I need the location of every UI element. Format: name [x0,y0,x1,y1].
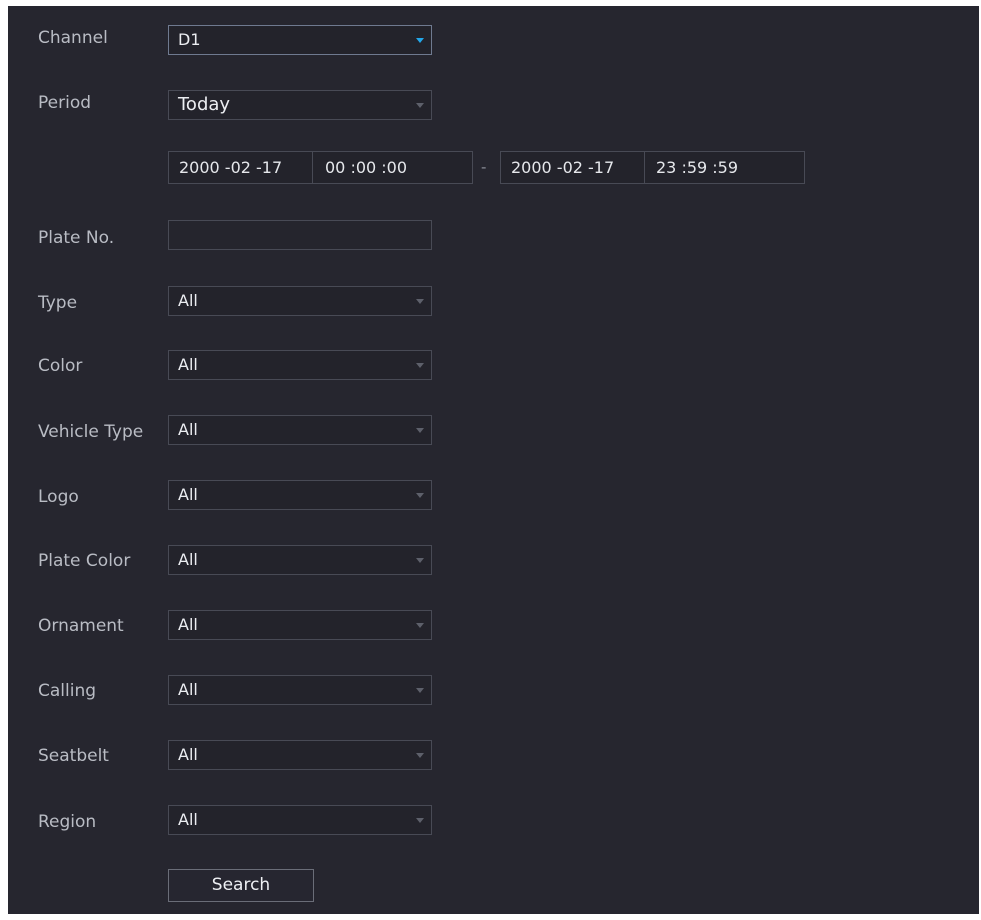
channel-label: Channel [38,28,108,48]
plate-color-label: Plate Color [38,551,131,571]
calling-value: All [178,680,198,699]
period-select[interactable]: Today [168,90,432,120]
color-value: All [178,355,198,374]
plate-color-select[interactable]: All [168,545,432,575]
field-divider [644,152,645,183]
color-label: Color [38,356,83,376]
start-time-input[interactable]: 00 :00 :00 [325,152,407,183]
chevron-down-icon [416,299,424,304]
vehicle-type-select[interactable]: All [168,415,432,445]
plate-no-input[interactable] [168,220,432,250]
period-label: Period [38,93,92,113]
period-value: Today [178,94,231,115]
chevron-down-icon [416,363,424,368]
end-time-input[interactable]: 23 :59 :59 [656,152,738,183]
logo-label: Logo [38,487,79,507]
chevron-down-icon [416,558,424,563]
chevron-down-icon [416,688,424,693]
vehicle-type-label: Vehicle Type [38,422,144,442]
plate-color-value: All [178,550,198,569]
start-datetime-field: 2000 -02 -17 00 :00 :00 [168,151,473,184]
search-panel: Channel D1 Period Today 2000 -02 -17 00 … [8,6,979,914]
seatbelt-value: All [178,745,198,764]
type-value: All [178,291,198,310]
end-date-input[interactable]: 2000 -02 -17 [511,152,614,183]
ornament-select[interactable]: All [168,610,432,640]
seatbelt-label: Seatbelt [38,746,109,766]
channel-value: D1 [178,30,201,49]
chevron-down-icon [416,493,424,498]
vehicle-type-value: All [178,420,198,439]
range-separator: - [481,158,487,176]
type-label: Type [38,293,78,313]
color-select[interactable]: All [168,350,432,380]
ornament-label: Ornament [38,616,124,636]
channel-select[interactable]: D1 [168,25,432,55]
logo-value: All [178,485,198,504]
chevron-down-icon [416,428,424,433]
chevron-down-icon [416,818,424,823]
calling-label: Calling [38,681,97,701]
type-select[interactable]: All [168,286,432,316]
chevron-down-icon [416,38,424,43]
chevron-down-icon [416,103,424,108]
field-divider [312,152,313,183]
chevron-down-icon [416,753,424,758]
region-select[interactable]: All [168,805,432,835]
seatbelt-select[interactable]: All [168,740,432,770]
search-button[interactable]: Search [168,869,314,902]
region-value: All [178,810,198,829]
start-date-input[interactable]: 2000 -02 -17 [179,152,282,183]
end-datetime-field: 2000 -02 -17 23 :59 :59 [500,151,805,184]
ornament-value: All [178,615,198,634]
chevron-down-icon [416,623,424,628]
plate-no-label: Plate No. [38,228,115,248]
logo-select[interactable]: All [168,480,432,510]
calling-select[interactable]: All [168,675,432,705]
region-label: Region [38,812,97,832]
